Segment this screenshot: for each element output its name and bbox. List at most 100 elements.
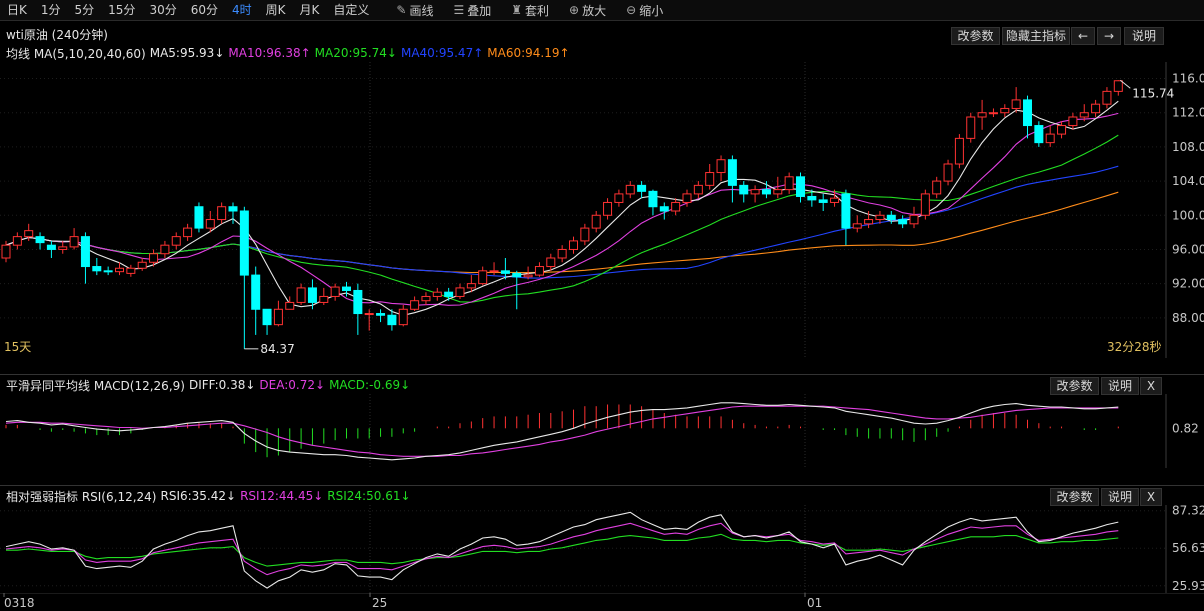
tool-zoom-out[interactable]: ⊖ 缩小	[616, 2, 673, 19]
candle-49	[557, 245, 567, 263]
period-tab-1[interactable]: 1分	[34, 0, 68, 20]
candle-80	[909, 206, 919, 229]
candle-9	[103, 266, 113, 276]
candle-body	[830, 197, 840, 203]
candle-52	[591, 211, 601, 233]
candle-27	[307, 279, 317, 310]
macd-help-button[interactable]: 说明	[1101, 377, 1139, 395]
rsi-close-button[interactable]: X	[1140, 488, 1162, 506]
candle-82	[932, 176, 942, 199]
candle-body	[659, 206, 669, 212]
candle-body	[1045, 133, 1055, 144]
period-tab-4[interactable]: 30分	[142, 0, 183, 20]
candle-78	[886, 211, 896, 224]
tool-label: 缩小	[639, 3, 664, 18]
series-rsi12	[5, 522, 1119, 576]
candle-body	[137, 261, 147, 269]
macd-value-1: DEA:0.72↓	[259, 378, 326, 392]
candle-6	[69, 228, 79, 250]
macd-axis-label: 0.82	[1172, 421, 1199, 435]
candle-body	[58, 246, 68, 250]
candlestick-chart: 116.00 112.00 108.00 104.00 100.00 96.00 92.00…	[0, 62, 1204, 358]
candle-3	[35, 232, 45, 250]
candle-61	[693, 181, 703, 199]
candle-body	[1034, 125, 1044, 144]
candle-66	[750, 185, 760, 203]
period-tab-2[interactable]: 5分	[68, 0, 102, 20]
candle-38	[432, 287, 442, 301]
candle-50	[569, 236, 578, 254]
candle-body	[92, 266, 102, 272]
candle-body	[807, 195, 817, 201]
period-tab-0[interactable]: 日K	[0, 0, 34, 20]
period-tabs: 日K 1分 5分 15分 30分 60分 4时 周K 月K 自定义	[0, 0, 376, 20]
candle-body	[149, 253, 159, 263]
candle-body	[614, 193, 624, 203]
candle-55	[625, 181, 635, 199]
candle-85	[966, 112, 976, 143]
tool-zoom-in[interactable]: ⊕ 放大	[559, 2, 616, 19]
candle-body	[307, 287, 317, 303]
candle-body	[217, 206, 227, 221]
candle-body	[1102, 90, 1112, 105]
candle-88	[1000, 104, 1010, 117]
candle-body	[773, 189, 783, 195]
macd-params-button[interactable]: 改参数	[1050, 377, 1099, 395]
rsi-axis-label: 87.32	[1172, 505, 1204, 518]
candle-69	[784, 172, 794, 194]
candle-47	[534, 262, 544, 277]
rsi-chart: 87.32 56.63 25.93	[0, 505, 1204, 593]
candle-body	[1068, 116, 1078, 127]
candle-body	[512, 272, 522, 278]
candle-81	[920, 189, 930, 220]
candle-96	[1091, 99, 1101, 117]
candle-51	[580, 223, 590, 246]
candle-body	[239, 210, 249, 276]
period-tab-7[interactable]: 周K	[259, 0, 293, 20]
candle-32	[364, 309, 374, 331]
tool-pencil[interactable]: ✎ 画线	[386, 2, 443, 19]
period-tab-8[interactable]: 月K	[293, 0, 327, 20]
candle-64	[727, 155, 737, 203]
price-tick-label: 116.00	[1172, 72, 1204, 86]
candle-53	[603, 198, 613, 220]
ma-value-4: MA60:94.19↑	[487, 46, 570, 60]
rsi-params-button[interactable]: 改参数	[1050, 488, 1099, 506]
macd-close-button[interactable]: X	[1140, 377, 1162, 395]
price-tick-label: 100.00	[1172, 208, 1204, 222]
period-tab-6[interactable]: 4时	[225, 0, 259, 20]
candle-29	[330, 283, 340, 301]
candle-body	[637, 184, 647, 192]
candle-body	[194, 206, 204, 229]
candle-body	[455, 287, 465, 297]
price-tick-label: 112.00	[1172, 106, 1204, 120]
candle-body	[387, 314, 397, 326]
period-tab-3[interactable]: 15分	[101, 0, 142, 20]
period-tab-5[interactable]: 60分	[184, 0, 225, 20]
period-label: 15天	[4, 340, 32, 354]
candle-body	[954, 137, 964, 165]
macd-value-0: DIFF:0.38↓	[188, 378, 256, 392]
candle-89	[1011, 87, 1021, 113]
candle-body	[171, 236, 181, 246]
candle-98	[1113, 80, 1123, 96]
candle-22	[251, 266, 261, 335]
candle-body	[466, 283, 476, 289]
pencil-icon: ✎	[396, 3, 407, 17]
ma-value-2: MA20:95.74↓	[314, 46, 397, 60]
candle-body	[852, 223, 862, 229]
candle-body	[1057, 125, 1067, 135]
candle-body	[557, 248, 567, 259]
rsi-help-button[interactable]: 说明	[1101, 488, 1139, 506]
period-tab-9[interactable]: 自定义	[326, 0, 376, 20]
candle-body	[251, 274, 261, 310]
candle-body	[603, 201, 613, 216]
candle-56	[637, 181, 647, 199]
candle-body	[126, 267, 136, 274]
candle-97	[1102, 87, 1112, 109]
candle-28	[319, 287, 329, 305]
candle-14	[160, 240, 170, 258]
tool-stack[interactable]: ☰ 叠加	[443, 2, 501, 19]
tool-bag[interactable]: ♜ 套利	[501, 2, 559, 19]
candle-body	[886, 214, 896, 221]
